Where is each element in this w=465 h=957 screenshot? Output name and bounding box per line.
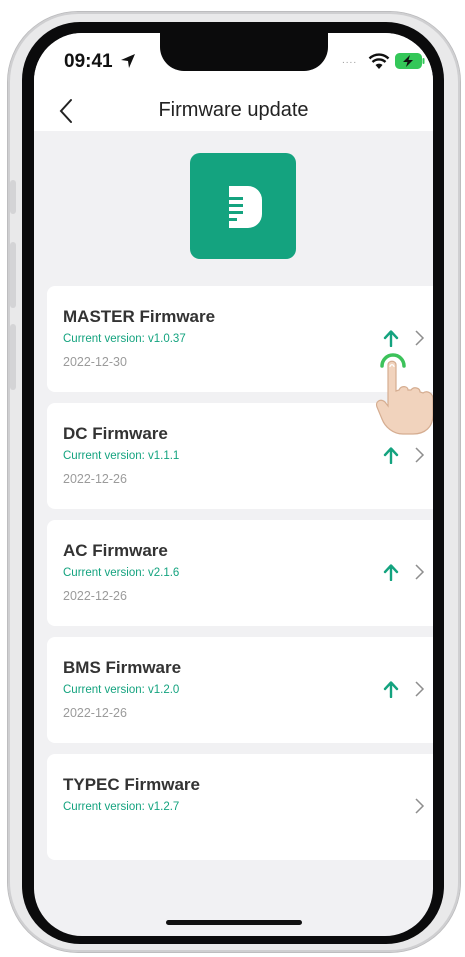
firmware-title: DC Firmware xyxy=(63,424,168,443)
status-time: 09:41 xyxy=(64,51,113,72)
device-logo xyxy=(190,153,296,259)
volume-down-button xyxy=(10,324,16,390)
location-arrow-icon xyxy=(121,54,135,68)
signal-dots: .... xyxy=(342,55,358,66)
status-bar: 09:41 .... xyxy=(34,33,433,93)
firmware-version: Current version: v2.1.6 xyxy=(63,567,180,579)
arrow-up-icon[interactable] xyxy=(383,446,399,464)
chevron-right-icon xyxy=(415,681,425,697)
device-d-logo-icon xyxy=(229,186,262,228)
firmware-card-bms[interactable]: BMS Firmware Current version: v1.2.0 202… xyxy=(47,637,433,743)
firmware-version: Current version: v1.2.7 xyxy=(63,801,180,813)
wifi-icon xyxy=(368,53,390,69)
page-title: Firmware update xyxy=(158,99,309,121)
arrow-up-icon[interactable] xyxy=(383,563,399,581)
arrow-up-icon[interactable] xyxy=(383,680,399,698)
firmware-date: 2022-12-30 xyxy=(63,355,127,369)
battery-charging-icon xyxy=(395,53,425,69)
firmware-title: BMS Firmware xyxy=(63,658,182,677)
firmware-version: Current version: v1.1.1 xyxy=(63,450,180,462)
pointing-hand-icon xyxy=(375,360,433,435)
camera-notch xyxy=(160,33,328,71)
mute-switch xyxy=(10,180,16,214)
firmware-title: MASTER Firmware xyxy=(63,307,216,326)
chevron-right-icon xyxy=(415,447,425,463)
chevron-right-icon xyxy=(415,564,425,580)
firmware-title: TYPEC Firmware xyxy=(63,775,200,794)
firmware-card-ac[interactable]: AC Firmware Current version: v2.1.6 2022… xyxy=(47,520,433,626)
home-indicator[interactable] xyxy=(166,920,302,925)
chevron-right-icon xyxy=(415,798,425,814)
chevron-right-icon xyxy=(415,330,425,346)
firmware-version: Current version: v1.2.0 xyxy=(63,684,180,696)
firmware-version: Current version: v1.0.37 xyxy=(63,333,186,345)
firmware-date: 2022-12-26 xyxy=(63,706,127,720)
arrow-up-icon[interactable] xyxy=(383,329,399,347)
nav-bar: Firmware update xyxy=(34,93,433,131)
firmware-title: AC Firmware xyxy=(63,541,168,560)
app-screen: 09:41 .... Firmware update MASTER Firmwa… xyxy=(34,33,433,936)
firmware-date: 2022-12-26 xyxy=(63,589,127,603)
volume-up-button xyxy=(10,242,16,308)
firmware-date: 2022-12-26 xyxy=(63,472,127,486)
firmware-card-typec[interactable]: TYPEC Firmware Current version: v1.2.7 xyxy=(47,754,433,860)
